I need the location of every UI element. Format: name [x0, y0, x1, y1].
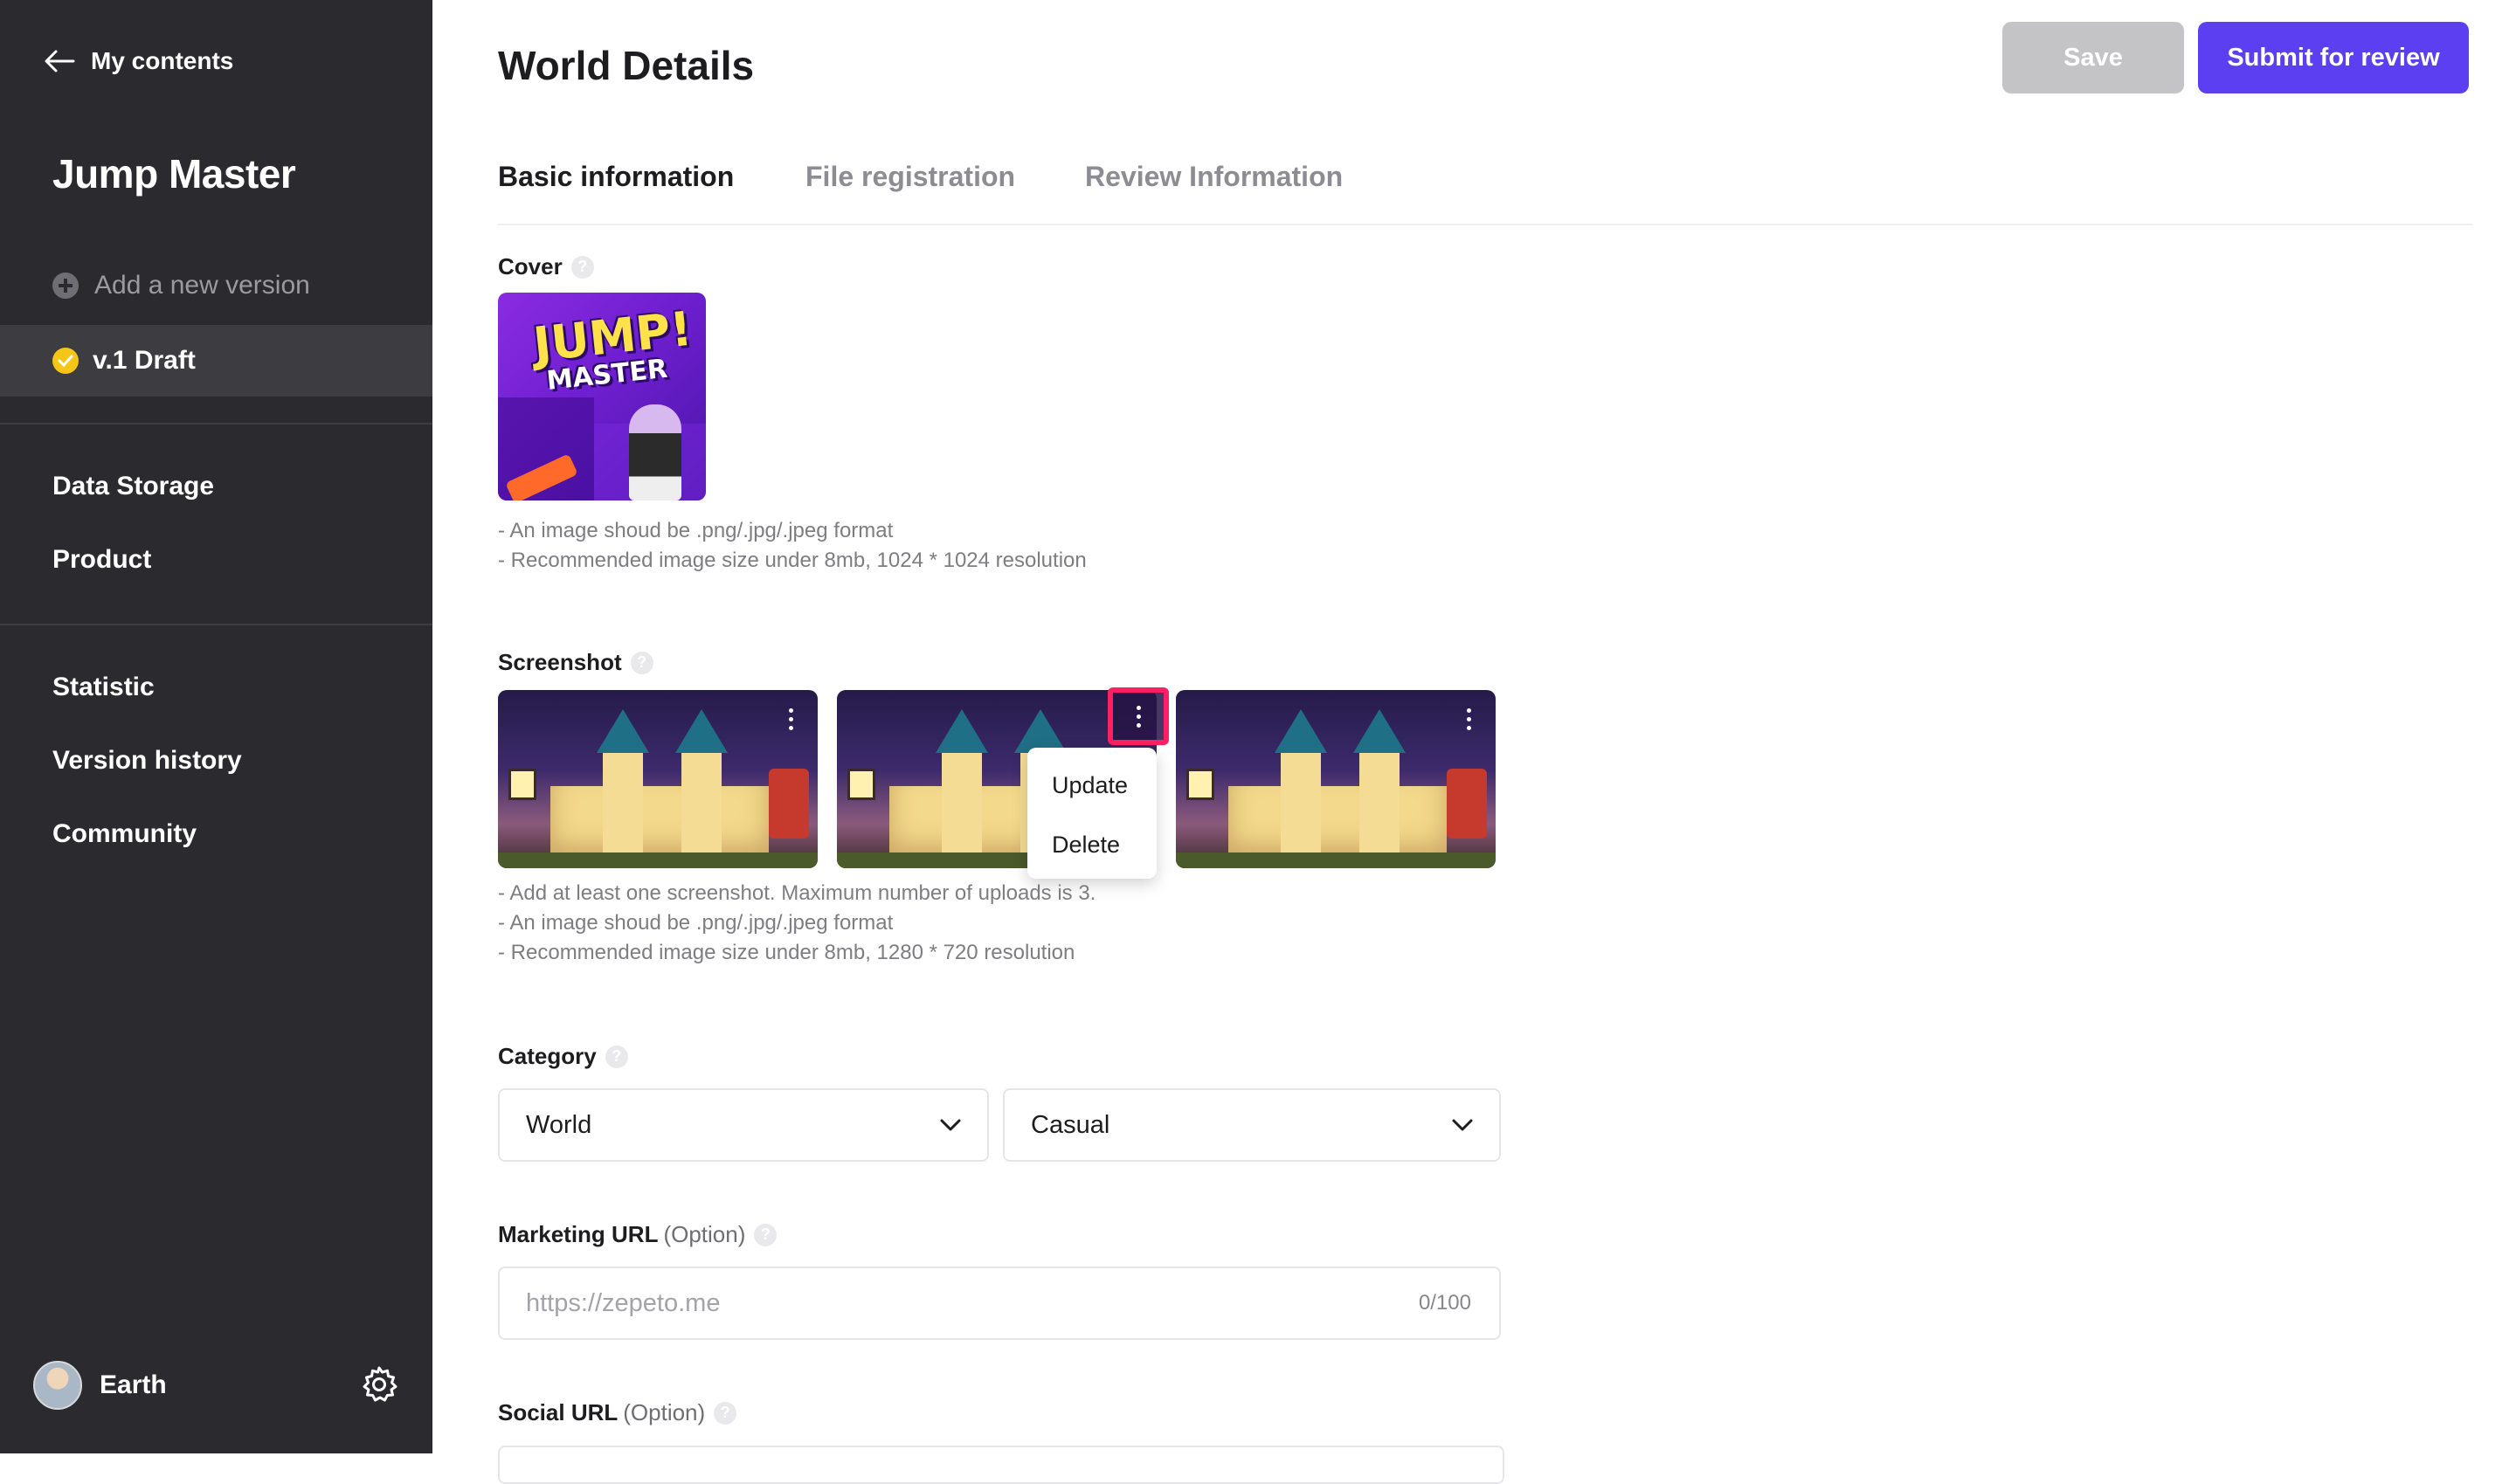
- castle-art: [681, 751, 722, 865]
- castle-art: [603, 751, 643, 865]
- select-value: World: [526, 1110, 592, 1139]
- add-new-version-button[interactable]: Add a new version: [52, 271, 310, 300]
- page-title: World Details: [498, 43, 755, 88]
- chevron-down-icon: [940, 1119, 961, 1131]
- castle-art: [1447, 769, 1487, 839]
- tab-review-information[interactable]: Review Information: [1085, 161, 1343, 193]
- help-icon[interactable]: ?: [714, 1401, 737, 1425]
- arrow-left-icon: [45, 50, 75, 72]
- sidebar-item-statistic[interactable]: Statistic: [52, 673, 155, 702]
- more-options-icon-highlighted[interactable]: [1108, 687, 1169, 745]
- sidebar-item-product[interactable]: Product: [52, 545, 151, 575]
- castle-art: [597, 709, 649, 753]
- check-circle-icon: [52, 348, 79, 374]
- social-url-label-text: Social URL: [498, 1399, 619, 1425]
- hint-text: - Add at least one screenshot. Maximum n…: [498, 881, 1096, 905]
- save-button[interactable]: Save: [2002, 22, 2184, 93]
- cover-label: Cover ?: [498, 253, 594, 280]
- menu-item-update[interactable]: Update: [1052, 772, 1128, 799]
- category-secondary-select[interactable]: Casual: [1003, 1088, 1501, 1162]
- hint-text: - Recommended image size under 8mb, 1280…: [498, 941, 1075, 964]
- category-label-text: Category: [498, 1043, 597, 1069]
- castle-art: [1014, 709, 1067, 753]
- option-label: (Option): [663, 1221, 746, 1247]
- cover-image[interactable]: JUMP! MASTER: [498, 293, 706, 500]
- help-icon[interactable]: ?: [605, 1045, 628, 1068]
- sidebar: My contents Jump Master Add a new versio…: [0, 0, 432, 1453]
- gear-icon[interactable]: [360, 1365, 398, 1404]
- sidebar-divider: [0, 624, 432, 625]
- more-options-icon[interactable]: [1455, 701, 1482, 737]
- castle-art: [936, 709, 988, 753]
- castle-art: [1281, 751, 1321, 865]
- sidebar-item-community[interactable]: Community: [52, 819, 197, 849]
- more-options-icon[interactable]: [778, 701, 804, 737]
- cover-hints: - An image shoud be .png/.jpg/.jpeg form…: [498, 516, 1087, 576]
- category-label: Category ?: [498, 1043, 628, 1070]
- menu-item-delete[interactable]: Delete: [1052, 832, 1120, 859]
- castle-art: [1353, 709, 1406, 753]
- sidebar-item-data-storage[interactable]: Data Storage: [52, 472, 214, 501]
- screenshot-thumbnail[interactable]: [1176, 690, 1496, 868]
- category-primary-select[interactable]: World: [498, 1088, 989, 1162]
- castle-art: [847, 769, 875, 800]
- castle-art: [942, 751, 982, 865]
- help-icon[interactable]: ?: [754, 1223, 778, 1246]
- input-placeholder: https://zepeto.me: [526, 1288, 721, 1317]
- project-title: Jump Master: [52, 151, 296, 197]
- chevron-down-icon: [1452, 1119, 1473, 1131]
- plus-circle-icon: [52, 273, 79, 299]
- hint-text: - Recommended image size under 8mb, 1024…: [498, 549, 1087, 572]
- castle-art: [769, 769, 809, 839]
- tab-basic-information[interactable]: Basic information: [498, 161, 734, 193]
- user-profile[interactable]: Earth: [33, 1361, 167, 1410]
- character-counter: 0/100: [1418, 1291, 1471, 1315]
- castle-art: [498, 852, 818, 868]
- social-url-label: Social URL (Option) ?: [498, 1399, 737, 1426]
- castle-art: [1359, 751, 1400, 865]
- screenshot-hints: - Add at least one screenshot. Maximum n…: [498, 879, 1096, 968]
- screenshot-options-menu: Update Delete: [1027, 748, 1157, 879]
- sidebar-item-version-history[interactable]: Version history: [52, 746, 242, 776]
- marketing-url-label-text: Marketing URL: [498, 1221, 659, 1247]
- tabs-divider: [498, 224, 2472, 225]
- user-name: Earth: [100, 1370, 167, 1399]
- marketing-url-label: Marketing URL (Option) ?: [498, 1221, 778, 1248]
- screenshot-thumbnail[interactable]: [498, 690, 818, 868]
- sidebar-divider: [0, 423, 432, 424]
- castle-art: [1176, 852, 1496, 868]
- select-value: Casual: [1031, 1110, 1110, 1139]
- back-to-my-contents-link[interactable]: My contents: [44, 47, 233, 75]
- social-url-input[interactable]: [498, 1446, 1504, 1484]
- tab-file-registration[interactable]: File registration: [805, 161, 1015, 193]
- cover-logo: JUMP! MASTER: [531, 301, 695, 397]
- version-label: v.1 Draft: [93, 346, 196, 375]
- cover-label-text: Cover: [498, 253, 563, 280]
- screenshot-label-text: Screenshot: [498, 649, 622, 675]
- hint-text: - An image shoud be .png/.jpg/.jpeg form…: [498, 911, 894, 935]
- marketing-url-input[interactable]: https://zepeto.me 0/100: [498, 1267, 1501, 1340]
- help-icon[interactable]: ?: [570, 255, 594, 279]
- castle-art: [508, 769, 536, 800]
- cover-character: [629, 404, 681, 500]
- screenshot-label: Screenshot ?: [498, 649, 653, 676]
- help-icon[interactable]: ?: [630, 651, 653, 674]
- castle-art: [1275, 709, 1327, 753]
- option-label: (Option): [623, 1399, 706, 1425]
- add-version-label: Add a new version: [94, 271, 310, 300]
- hint-text: - An image shoud be .png/.jpg/.jpeg form…: [498, 519, 894, 542]
- back-label: My contents: [91, 47, 234, 74]
- submit-for-review-button[interactable]: Submit for review: [2198, 22, 2469, 93]
- avatar: [33, 1361, 82, 1410]
- castle-art: [1186, 769, 1214, 800]
- castle-art: [675, 709, 728, 753]
- version-item-v1-draft[interactable]: v.1 Draft: [0, 325, 432, 397]
